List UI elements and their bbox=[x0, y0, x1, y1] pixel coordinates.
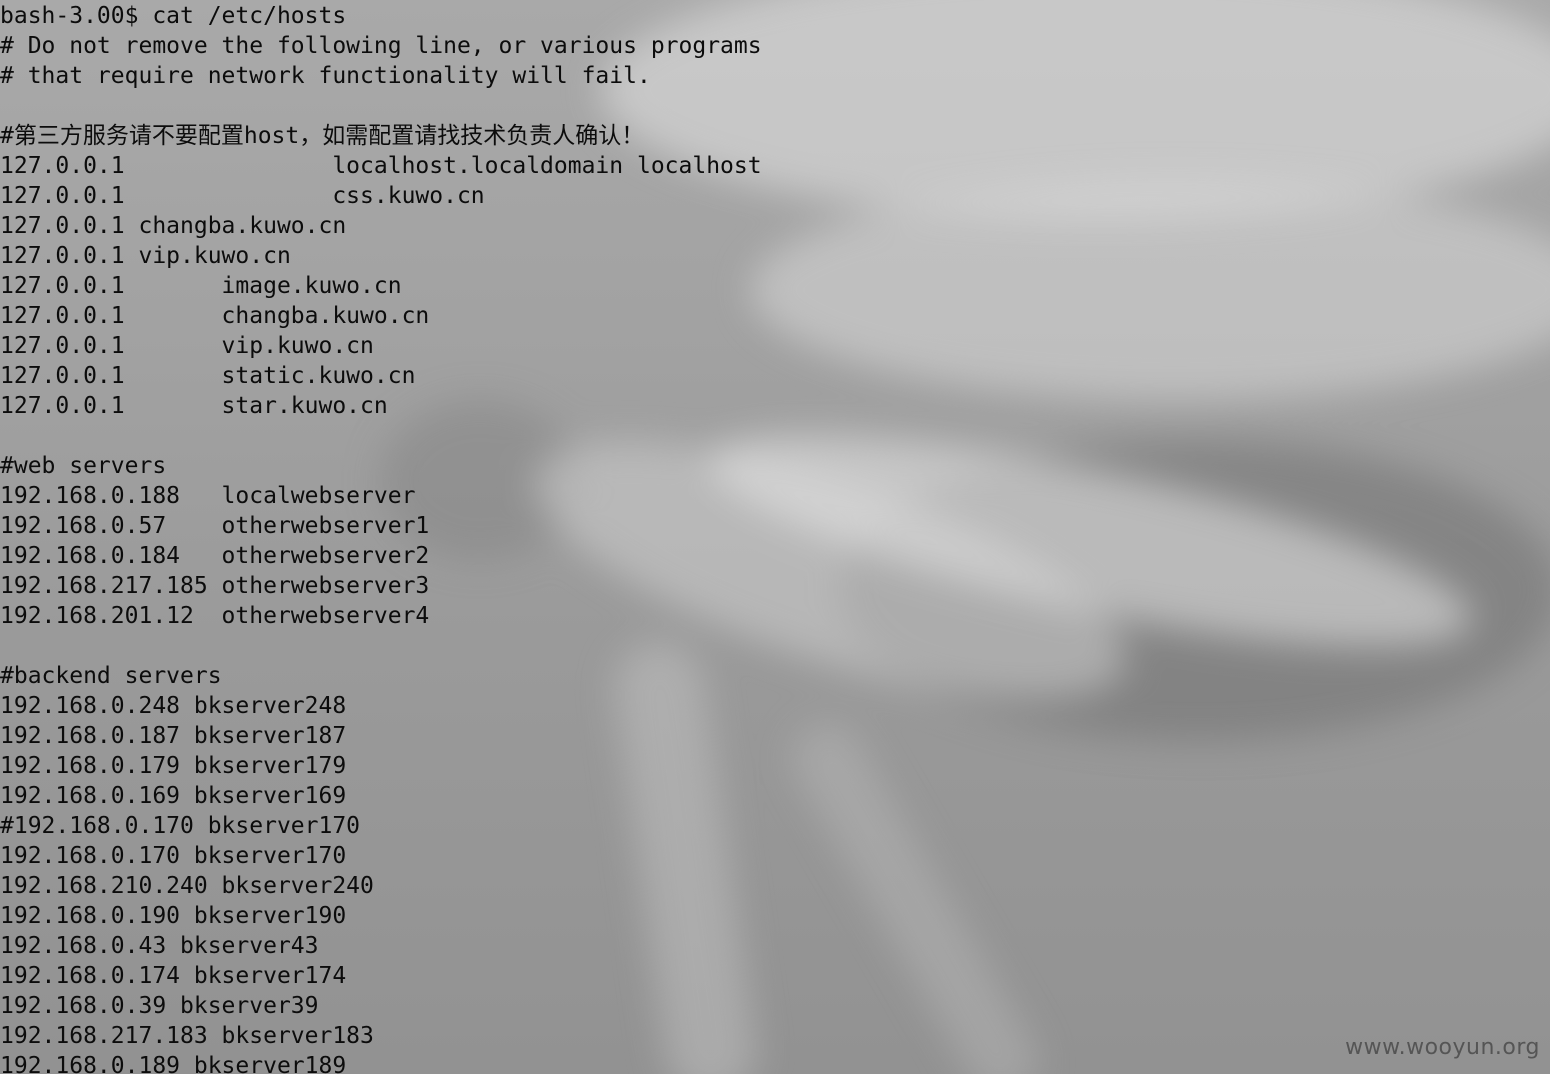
terminal-line: #192.168.0.170 bkserver170 bbox=[0, 813, 361, 839]
terminal-line: 192.168.0.179 bkserver179 bbox=[0, 753, 347, 779]
terminal-line: 127.0.0.1 css.kuwo.cn bbox=[0, 183, 485, 209]
terminal-line: # Do not remove the following line, or v… bbox=[0, 33, 762, 59]
terminal-line: 192.168.217.183 bkserver183 bbox=[0, 1023, 374, 1049]
terminal-line: 192.168.0.190 bkserver190 bbox=[0, 903, 347, 929]
terminal-line: 127.0.0.1 static.kuwo.cn bbox=[0, 363, 416, 389]
watermark-text: www.wooyun.org bbox=[1345, 1035, 1540, 1060]
terminal-line: #第三方服务请不要配置host，如需配置请找技术负责人确认！ bbox=[0, 123, 645, 149]
terminal-line: 192.168.0.184 otherwebserver2 bbox=[0, 543, 430, 569]
terminal-line: 127.0.0.1 image.kuwo.cn bbox=[0, 273, 402, 299]
terminal-line: 192.168.0.43 bkserver43 bbox=[0, 933, 319, 959]
terminal-line: 192.168.0.189 bkserver189 bbox=[0, 1053, 347, 1074]
terminal-line: 192.168.0.188 localwebserver bbox=[0, 483, 416, 509]
terminal-output[interactable]: bash-3.00$ cat /etc/hosts # Do not remove… bbox=[0, 1, 762, 1074]
terminal-line: # that require network functionality wil… bbox=[0, 63, 651, 89]
terminal-line: 127.0.0.1 changba.kuwo.cn bbox=[0, 303, 430, 329]
terminal-line: 192.168.0.174 bkserver174 bbox=[0, 963, 347, 989]
wallpaper-cloud bbox=[750, 180, 1550, 400]
terminal-line: 127.0.0.1 star.kuwo.cn bbox=[0, 393, 388, 419]
terminal-window[interactable]: bash-3.00$ cat /etc/hosts # Do not remove… bbox=[0, 0, 1550, 1074]
terminal-line: 192.168.0.248 bkserver248 bbox=[0, 693, 347, 719]
terminal-line: 192.168.217.185 otherwebserver3 bbox=[0, 573, 430, 599]
terminal-line: 192.168.201.12 otherwebserver4 bbox=[0, 603, 430, 629]
terminal-line: 127.0.0.1 localhost.localdomain localhos… bbox=[0, 153, 762, 179]
terminal-line: #backend servers bbox=[0, 663, 222, 689]
terminal-line: 127.0.0.1 vip.kuwo.cn bbox=[0, 333, 374, 359]
terminal-line: 192.168.0.39 bkserver39 bbox=[0, 993, 319, 1019]
terminal-line: 127.0.0.1 changba.kuwo.cn bbox=[0, 213, 347, 239]
wallpaper-figure-leg bbox=[779, 710, 1051, 1074]
terminal-line: 192.168.0.169 bkserver169 bbox=[0, 783, 347, 809]
terminal-line: 192.168.0.170 bkserver170 bbox=[0, 843, 347, 869]
terminal-line: 192.168.210.240 bkserver240 bbox=[0, 873, 374, 899]
terminal-line: #web servers bbox=[0, 453, 167, 479]
terminal-line: 192.168.0.187 bkserver187 bbox=[0, 723, 347, 749]
command-prompt-line: bash-3.00$ cat /etc/hosts bbox=[0, 3, 347, 29]
terminal-line: 192.168.0.57 otherwebserver1 bbox=[0, 513, 430, 539]
terminal-line: 127.0.0.1 vip.kuwo.cn bbox=[0, 243, 291, 269]
